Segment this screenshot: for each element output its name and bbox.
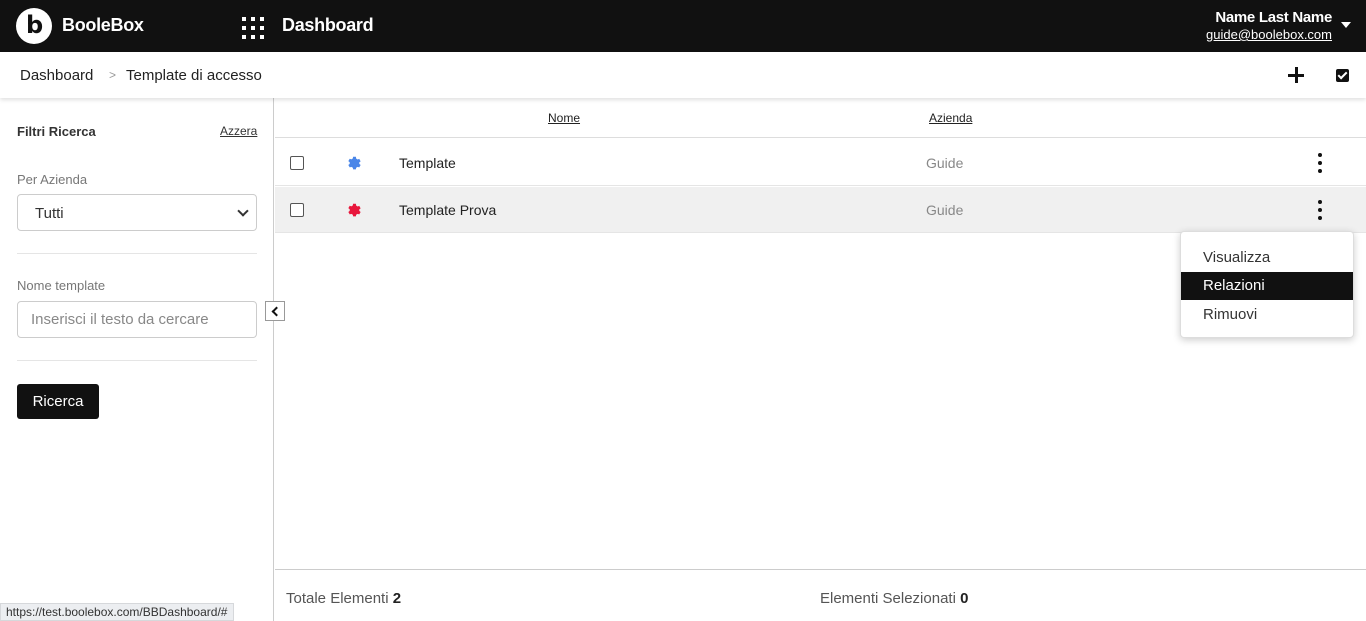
gear-icon bbox=[348, 156, 361, 170]
row-checkbox[interactable] bbox=[290, 156, 304, 170]
breadcrumb-current: Template di accesso bbox=[126, 67, 262, 84]
row-name: Template Prova bbox=[399, 202, 497, 218]
company-select[interactable]: Tutti bbox=[17, 194, 257, 231]
select-mode-checkbox-icon[interactable] bbox=[1336, 69, 1349, 82]
selected-elements-count: 0 bbox=[960, 590, 969, 607]
total-elements: Totale Elementi 2 bbox=[286, 590, 401, 607]
user-email[interactable]: guide@boolebox.com bbox=[1206, 27, 1332, 42]
total-elements-count: 2 bbox=[392, 590, 402, 607]
top-bar: b BooleBox Dashboard Name Last Name guid… bbox=[0, 0, 1366, 52]
template-search-input[interactable] bbox=[17, 301, 257, 338]
company-select-value: Tutti bbox=[35, 205, 64, 222]
selected-elements: Elementi Selezionati 0 bbox=[820, 590, 968, 607]
table-header: Nome Azienda bbox=[275, 98, 1366, 138]
menu-item-relazioni[interactable]: Relazioni bbox=[1181, 272, 1353, 300]
page-title: Dashboard bbox=[282, 15, 374, 35]
user-menu-caret-icon[interactable] bbox=[1341, 22, 1351, 28]
selected-elements-label: Elementi Selezionati bbox=[820, 590, 956, 607]
column-header-nome[interactable]: Nome bbox=[548, 111, 580, 125]
table-row[interactable]: Template Guide bbox=[275, 140, 1366, 186]
chevron-down-icon bbox=[237, 205, 249, 217]
column-header-azienda[interactable]: Azienda bbox=[929, 111, 972, 125]
row-checkbox[interactable] bbox=[290, 203, 304, 217]
company-filter-label: Per Azienda bbox=[17, 172, 88, 187]
add-icon[interactable] bbox=[1286, 65, 1306, 85]
user-name[interactable]: Name Last Name bbox=[1215, 9, 1332, 26]
table-row[interactable]: Template Prova Guide bbox=[275, 187, 1366, 233]
collapse-sidebar-chevron-left-icon[interactable] bbox=[265, 301, 285, 321]
status-bar-url: https://test.boolebox.com/BBDashboard/# bbox=[0, 603, 235, 621]
template-name-label: Nome template bbox=[17, 278, 106, 293]
filter-title: Filtri Ricerca bbox=[17, 124, 96, 139]
breadcrumb-dashboard[interactable]: Dashboard bbox=[20, 67, 93, 84]
gear-icon bbox=[348, 203, 361, 217]
row-company: Guide bbox=[926, 155, 964, 171]
row-company: Guide bbox=[926, 202, 964, 218]
reset-filters-link[interactable]: Azzera bbox=[220, 124, 257, 138]
apps-grid-icon[interactable] bbox=[242, 17, 264, 39]
divider bbox=[17, 360, 257, 361]
logo-letter: b bbox=[26, 11, 44, 39]
divider bbox=[17, 253, 257, 254]
breadcrumb: Dashboard > Template di accesso bbox=[0, 52, 1366, 98]
table-footer: Totale Elementi 2 Elementi Selezionati 0 bbox=[275, 569, 1366, 621]
more-options-icon[interactable] bbox=[1314, 152, 1326, 174]
row-name: Template bbox=[399, 155, 456, 171]
menu-item-visualizza[interactable]: Visualizza bbox=[1181, 244, 1353, 272]
more-options-icon[interactable] bbox=[1314, 199, 1326, 221]
template-list: Nome Azienda Template Guide Template Pro… bbox=[275, 98, 1366, 621]
total-elements-label: Totale Elementi bbox=[286, 590, 389, 607]
brand-name[interactable]: BooleBox bbox=[62, 15, 144, 36]
menu-item-rimuovi[interactable]: Rimuovi bbox=[1181, 301, 1353, 329]
search-button[interactable]: Ricerca bbox=[17, 384, 99, 419]
row-context-menu: Visualizza Relazioni Rimuovi bbox=[1180, 231, 1354, 338]
breadcrumb-separator: > bbox=[109, 68, 117, 82]
filter-sidebar: Filtri Ricerca Azzera Per Azienda Tutti … bbox=[0, 98, 274, 621]
boolebox-logo[interactable]: b bbox=[16, 8, 52, 44]
